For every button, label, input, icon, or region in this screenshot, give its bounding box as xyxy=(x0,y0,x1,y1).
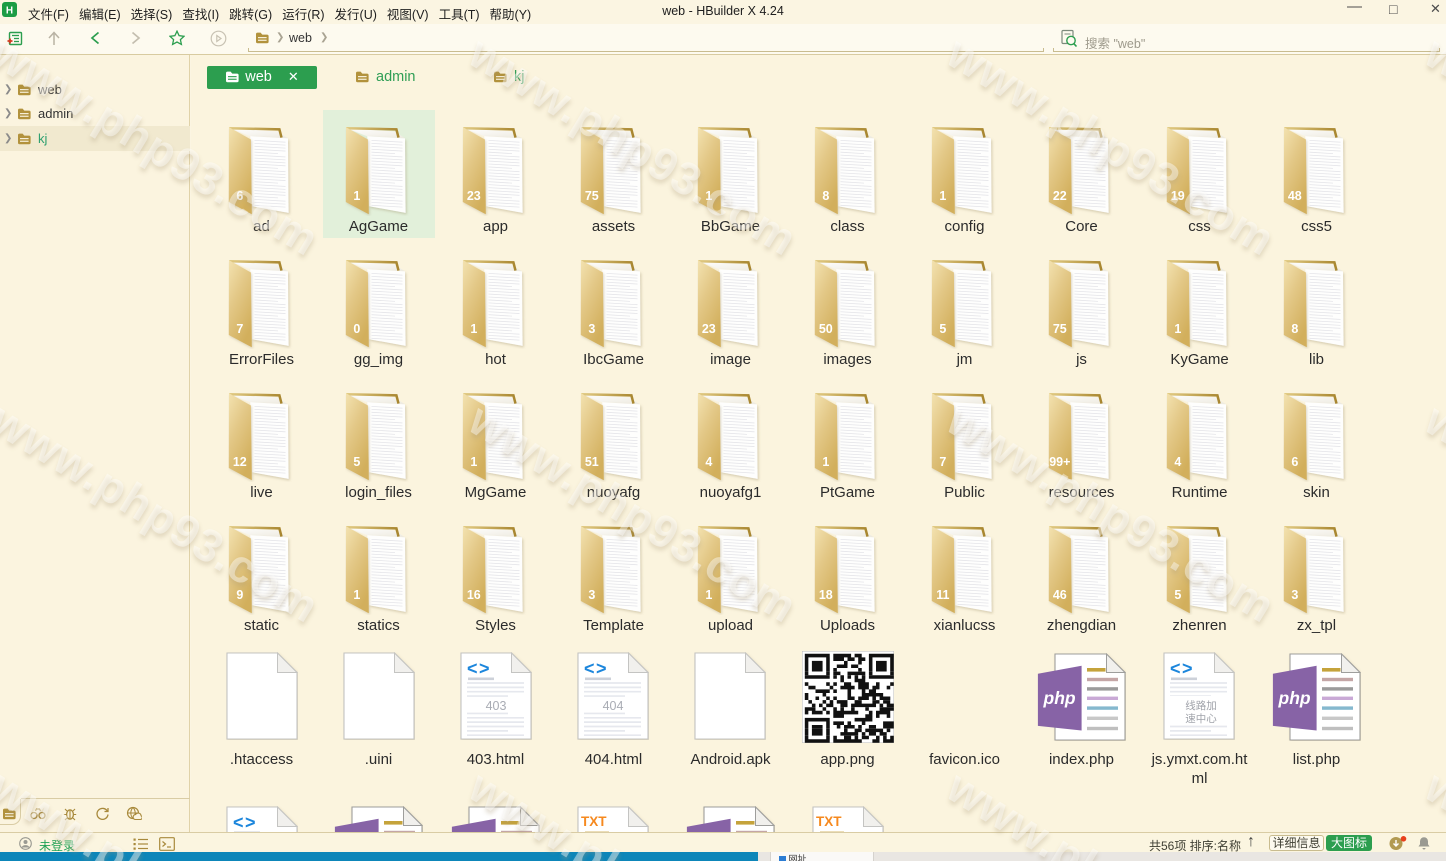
svg-text:TXT: TXT xyxy=(581,814,607,829)
svg-text:46: 46 xyxy=(1053,588,1067,602)
svg-text:1: 1 xyxy=(705,588,712,602)
svg-text:8: 8 xyxy=(822,189,829,203)
svg-text:1: 1 xyxy=(470,322,477,336)
svg-text:5: 5 xyxy=(939,322,946,336)
svg-text:404: 404 xyxy=(603,699,624,713)
svg-text:16: 16 xyxy=(467,588,481,602)
svg-text:51: 51 xyxy=(585,455,599,469)
svg-text:3: 3 xyxy=(588,588,595,602)
svg-text:5: 5 xyxy=(353,455,360,469)
svg-text:19: 19 xyxy=(1171,189,1185,203)
svg-text:18: 18 xyxy=(819,588,833,602)
svg-text:22: 22 xyxy=(1053,189,1067,203)
svg-text:8: 8 xyxy=(1291,322,1298,336)
svg-text:403: 403 xyxy=(486,699,507,713)
svg-text:11: 11 xyxy=(936,588,949,602)
svg-text:速中心: 速中心 xyxy=(1185,712,1217,725)
svg-text:7: 7 xyxy=(236,322,243,336)
svg-text:3: 3 xyxy=(1291,588,1298,602)
svg-text:23: 23 xyxy=(467,189,481,203)
svg-text:0: 0 xyxy=(353,322,360,336)
svg-text:TXT: TXT xyxy=(816,814,842,829)
svg-text:5: 5 xyxy=(1174,588,1181,602)
svg-text:4: 4 xyxy=(705,455,712,469)
svg-text:99+: 99+ xyxy=(1049,455,1070,469)
svg-text:<>: <> xyxy=(467,659,491,679)
svg-text:12: 12 xyxy=(233,455,247,469)
svg-text:<>: <> xyxy=(584,659,608,679)
svg-text:1: 1 xyxy=(705,189,712,203)
svg-text:6: 6 xyxy=(1291,455,1298,469)
svg-text:<>: <> xyxy=(1170,659,1194,679)
svg-text:线路加: 线路加 xyxy=(1185,699,1217,712)
svg-text:1: 1 xyxy=(470,455,477,469)
svg-text:48: 48 xyxy=(1288,189,1302,203)
svg-text:9: 9 xyxy=(236,588,243,602)
svg-text:75: 75 xyxy=(585,189,599,203)
svg-text:3: 3 xyxy=(588,322,595,336)
svg-text:1: 1 xyxy=(353,588,360,602)
svg-text:75: 75 xyxy=(1053,322,1067,336)
svg-text:1: 1 xyxy=(822,455,829,469)
svg-text:4: 4 xyxy=(1174,455,1181,469)
svg-text:23: 23 xyxy=(702,322,716,336)
svg-text:6: 6 xyxy=(236,189,243,203)
svg-text:1: 1 xyxy=(353,189,360,203)
svg-text:7: 7 xyxy=(939,455,946,469)
svg-text:50: 50 xyxy=(819,322,833,336)
svg-text:1: 1 xyxy=(1174,322,1181,336)
svg-text:1: 1 xyxy=(939,189,946,203)
svg-text:<>: <> xyxy=(233,813,257,833)
